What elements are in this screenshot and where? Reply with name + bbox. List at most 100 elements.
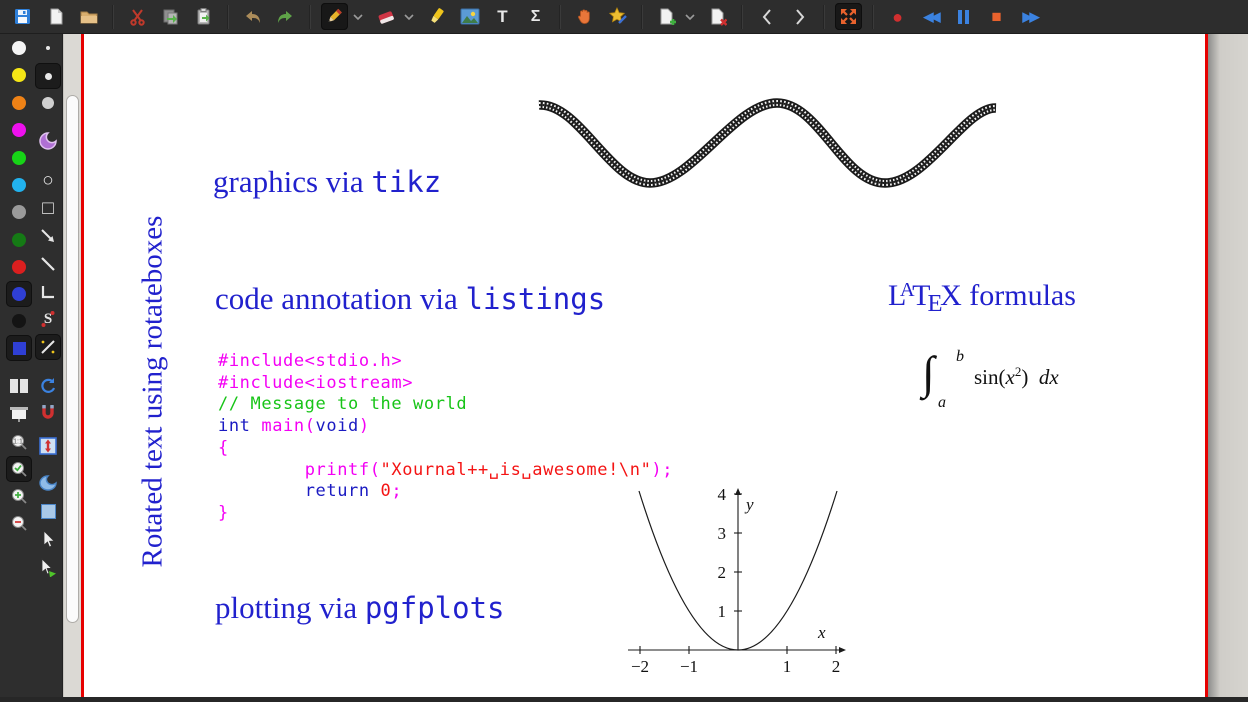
image-icon xyxy=(460,8,480,25)
fullscreen-button[interactable] xyxy=(835,3,862,30)
insert-text-button[interactable]: T xyxy=(489,3,516,30)
draw-arrow-button[interactable] xyxy=(35,223,61,249)
copy-button[interactable] xyxy=(157,3,184,30)
zoom-in-button[interactable] xyxy=(6,483,32,509)
eraser-tool-button[interactable] xyxy=(372,3,399,30)
record-audio-button[interactable]: ● xyxy=(884,3,911,30)
select-rectangle-button[interactable] xyxy=(35,498,61,524)
toolbar-separator xyxy=(559,5,561,29)
cursor-play-icon xyxy=(39,558,58,577)
vertical-scrollbar-thumb[interactable] xyxy=(66,95,79,623)
zoom-fit-icon xyxy=(10,460,28,478)
grid-snapping-button[interactable] xyxy=(35,399,61,425)
zoom-100-icon: 1:1 xyxy=(10,433,28,451)
hand-icon xyxy=(575,7,594,26)
pen-size-medium-button[interactable] xyxy=(35,63,61,89)
save-icon xyxy=(13,7,32,26)
shape-recognizer-tool-button[interactable] xyxy=(35,334,61,360)
stop-button[interactable]: ■ xyxy=(983,3,1010,30)
integral-formula: ∫ b a sin(x2) dx xyxy=(922,350,935,396)
toolbar-separator xyxy=(227,5,229,29)
star-pencil-icon xyxy=(608,7,628,26)
add-page-options-dropdown[interactable] xyxy=(684,8,700,26)
pen-options-dropdown[interactable] xyxy=(352,8,368,26)
hand-tool-button[interactable] xyxy=(571,3,598,30)
tool-sidebar: 1:1 ○ □ S xyxy=(0,34,63,702)
draw-rectangle-button[interactable]: □ xyxy=(35,195,61,221)
zoom-100-button[interactable]: 1:1 xyxy=(6,429,32,455)
vertical-space-icon xyxy=(39,437,57,455)
y-axis-arrowhead xyxy=(735,488,741,495)
y-tick-label: 4 xyxy=(718,486,727,504)
color-white[interactable] xyxy=(6,35,32,61)
color-magenta[interactable] xyxy=(6,117,32,143)
black-color-swatch xyxy=(12,314,26,328)
color-blue-selected[interactable] xyxy=(6,281,32,307)
select-object-button[interactable] xyxy=(35,526,61,552)
previous-page-button[interactable] xyxy=(753,3,780,30)
cut-button[interactable] xyxy=(124,3,151,30)
draw-circle-button[interactable]: ○ xyxy=(35,167,61,193)
pgfplots-parabola-chart[interactable]: −2 −1 1 2 1 2 3 4 x y xyxy=(612,486,860,686)
latex-logo: LATEX xyxy=(888,279,962,312)
new-document-icon xyxy=(47,7,65,26)
pause-button[interactable] xyxy=(950,3,977,30)
color-green[interactable] xyxy=(6,145,32,171)
insert-math-button[interactable]: Σ xyxy=(522,3,549,30)
zoom-fit-button[interactable] xyxy=(6,456,32,482)
draw-spline-button[interactable]: S xyxy=(35,306,61,332)
color-black[interactable] xyxy=(6,308,32,334)
shape-recognizer-button[interactable] xyxy=(604,3,631,30)
integral-body: sin(x2) dx xyxy=(974,364,1059,390)
color-yellow[interactable] xyxy=(6,62,32,88)
highlighter-tool-button[interactable] xyxy=(423,3,450,30)
delete-page-button[interactable] xyxy=(704,3,731,30)
rectangle-outline-icon: □ xyxy=(42,199,53,218)
color-gray[interactable] xyxy=(6,199,32,225)
play-object-button[interactable] xyxy=(35,554,61,580)
redo-button[interactable] xyxy=(272,3,299,30)
document-page[interactable]: Rotated text using rotateboxes graphics … xyxy=(84,34,1205,697)
color-orange[interactable] xyxy=(6,90,32,116)
draw-line-button[interactable] xyxy=(35,251,61,277)
red-color-swatch xyxy=(12,260,26,274)
open-button[interactable] xyxy=(75,3,102,30)
zoom-out-button[interactable] xyxy=(6,510,32,536)
color-cyan[interactable] xyxy=(6,172,32,198)
undo-button[interactable] xyxy=(239,3,266,30)
toolbar-separator xyxy=(741,5,743,29)
highlighter-icon xyxy=(428,7,446,26)
color-dark-green[interactable] xyxy=(6,227,32,253)
pen-size-thick-button[interactable] xyxy=(35,90,61,116)
insert-image-button[interactable] xyxy=(456,3,483,30)
paste-button[interactable] xyxy=(190,3,217,30)
x-axis-label: x xyxy=(817,623,826,642)
toolbar-separator xyxy=(823,5,825,29)
next-page-button[interactable] xyxy=(786,3,813,30)
fill-tool-button[interactable] xyxy=(35,128,61,154)
fill-color-blue[interactable] xyxy=(6,335,32,361)
save-button[interactable] xyxy=(9,3,36,30)
open-folder-icon xyxy=(79,8,99,26)
pen-tool-button[interactable] xyxy=(321,3,348,30)
pen-size-fine-button[interactable] xyxy=(35,35,61,61)
math-tex-icon: Σ xyxy=(531,9,541,25)
color-red[interactable] xyxy=(6,254,32,280)
rewind-button[interactable]: ◀◀ xyxy=(917,3,944,30)
fast-forward-button[interactable]: ▶▶ xyxy=(1016,3,1043,30)
draw-coordinate-system-button[interactable] xyxy=(35,279,61,305)
select-region-button[interactable] xyxy=(35,470,61,496)
integral-upper-bound: b xyxy=(956,348,964,366)
code-block: #include<stdio.h>#include<iostream>// Me… xyxy=(218,351,673,525)
presentation-mode-button[interactable] xyxy=(6,401,32,427)
vertical-space-button[interactable] xyxy=(35,433,61,459)
two-page-view-button[interactable] xyxy=(6,373,32,399)
vertical-scrollbar-track[interactable] xyxy=(63,34,81,697)
add-page-button[interactable] xyxy=(653,3,680,30)
gray-color-swatch xyxy=(12,205,26,219)
rotation-snapping-button[interactable] xyxy=(35,372,61,398)
new-document-button[interactable] xyxy=(42,3,69,30)
eraser-options-dropdown[interactable] xyxy=(403,8,419,26)
tikz-sine-wave-drawing[interactable] xyxy=(532,92,1005,196)
arrow-icon xyxy=(39,227,57,245)
